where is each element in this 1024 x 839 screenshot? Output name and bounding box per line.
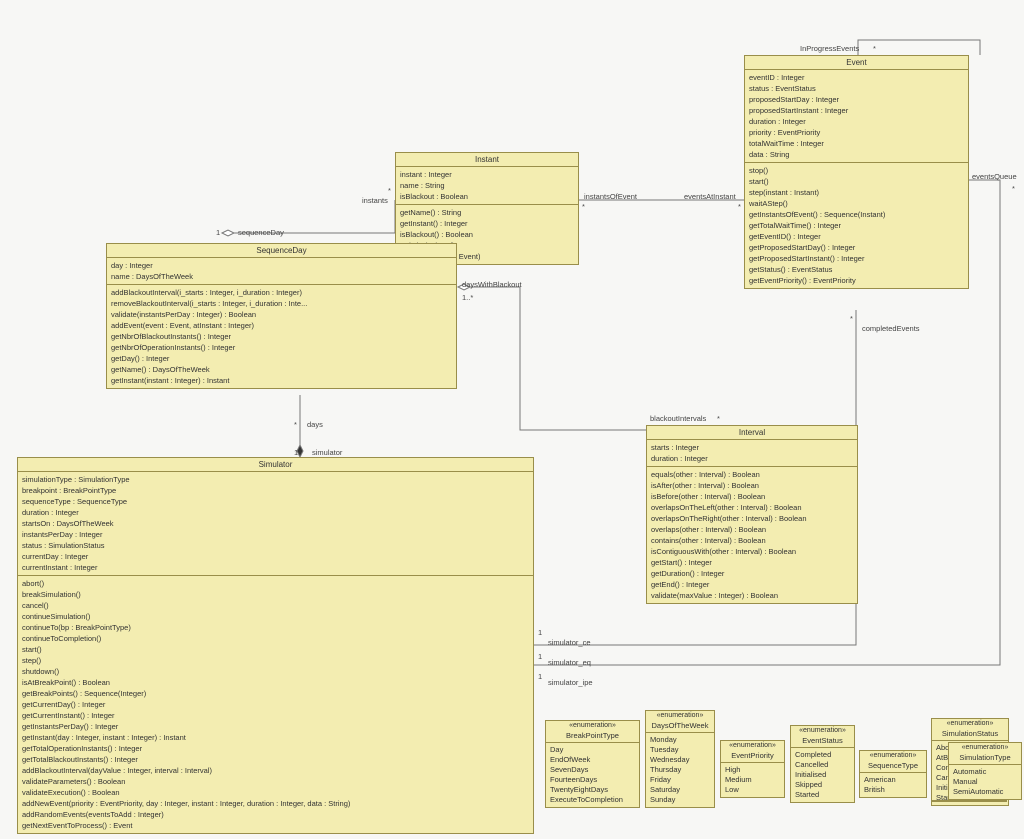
class-title: Interval (647, 426, 857, 440)
enum-breakpointtype[interactable]: «enumeration» BreakPointType Day EndOfWe… (545, 720, 640, 808)
class-interval[interactable]: Interval starts : Integer duration : Int… (646, 425, 858, 604)
label-completedevents: completedEvents (862, 324, 920, 333)
label-star4: * (873, 44, 876, 53)
label-simulator: simulator (312, 448, 342, 457)
label-dayswithblackout: daysWithBlackout (462, 280, 522, 289)
label-one2: 1 (294, 448, 298, 457)
label-star3: * (738, 202, 741, 211)
class-event[interactable]: Event eventID : Integer status : EventSt… (744, 55, 969, 289)
label-star5: * (1012, 184, 1015, 193)
enum-eventstatus[interactable]: «enumeration» EventStatus Completed Canc… (790, 725, 855, 803)
class-title: Event (745, 56, 968, 70)
label-star: * (388, 186, 391, 195)
label-one4: 1 (538, 652, 542, 661)
label-star8: * (717, 414, 720, 423)
attrs: simulationType : SimulationType breakpoi… (18, 472, 533, 576)
class-sequenceday[interactable]: SequenceDay day : Integer name : DaysOfT… (106, 243, 457, 389)
class-title: Simulator (18, 458, 533, 472)
enum-sequencetype[interactable]: «enumeration» SequenceType American Brit… (859, 750, 927, 798)
enum-eventpriority[interactable]: «enumeration» EventPriority High Medium … (720, 740, 785, 798)
ops: stop() start() step(instant : Instant) w… (745, 163, 968, 288)
enum-simulationtype-box[interactable]: «enumeration» SimulationType Automatic M… (948, 742, 1022, 800)
label-days: days (307, 420, 323, 429)
attrs: instant : Integer name : String isBlacko… (396, 167, 578, 205)
attrs: day : Integer name : DaysOfTheWeek (107, 258, 456, 285)
ops: abort() breakSimulation() cancel() conti… (18, 576, 533, 833)
label-sequenceday: sequenceDay (238, 228, 284, 237)
attrs: eventID : Integer status : EventStatus p… (745, 70, 968, 163)
enum-daysoftheweek[interactable]: «enumeration» DaysOfTheWeek Monday Tuesd… (645, 710, 715, 808)
class-title: SequenceDay (107, 244, 456, 258)
label-inprogressevents: InProgressEvents (800, 44, 859, 53)
enum-simulationtype[interactable] (931, 800, 1007, 802)
ops: equals(other : Interval) : Boolean isAft… (647, 467, 857, 603)
label-one: 1 (216, 228, 220, 237)
class-title: Instant (396, 153, 578, 167)
label-one5: 1 (538, 672, 542, 681)
label-instantsofevent: instantsOfEvent (584, 192, 637, 201)
label-simulator-eq: simulator_eq (548, 658, 591, 667)
label-star6: * (850, 314, 853, 323)
label-instants: instants (362, 196, 388, 205)
label-eventsatinstant: eventsAtInstant (684, 192, 736, 201)
attrs: starts : Integer duration : Integer (647, 440, 857, 467)
label-blackoutintervals: blackoutIntervals (650, 414, 706, 423)
ops: addBlackoutInterval(i_starts : Integer, … (107, 285, 456, 388)
label-star2: * (582, 202, 585, 211)
class-simulator[interactable]: Simulator simulationType : SimulationTyp… (17, 457, 534, 834)
label-onedotstar: 1..* (462, 293, 473, 302)
label-eventsqueue: eventsQueue (972, 172, 1017, 181)
label-simulator-ipe: simulator_ipe (548, 678, 593, 687)
label-star7: * (294, 420, 297, 429)
label-one3: 1 (538, 628, 542, 637)
label-simulator-ce: simulator_ce (548, 638, 591, 647)
